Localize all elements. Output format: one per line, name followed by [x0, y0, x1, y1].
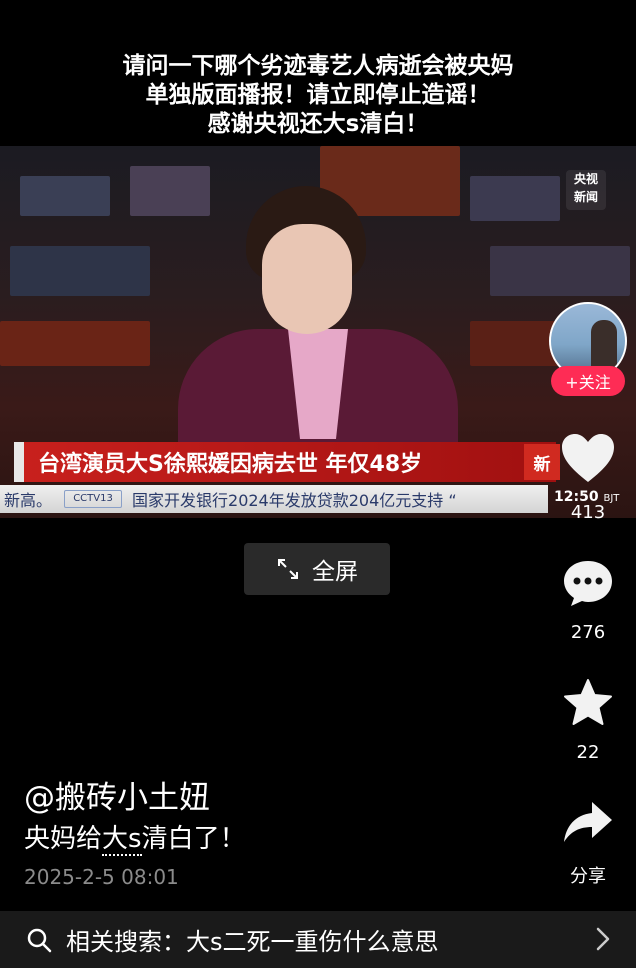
- news-ticker: 新高。 CCTV13 国家开发银行2024年发放贷款204亿元支持 “: [0, 485, 548, 513]
- fullscreen-button[interactable]: 全屏: [244, 543, 390, 595]
- background-screen: [20, 176, 110, 216]
- share-button[interactable]: 分享: [548, 800, 628, 888]
- share-label: 分享: [570, 866, 606, 887]
- author-avatar-group[interactable]: +关注: [549, 302, 627, 397]
- ticker-left-text: 新高。: [4, 491, 53, 510]
- background-screen: [470, 321, 560, 366]
- video-player[interactable]: 央视 新闻 台湾演员大S徐熙媛因病去世 年仅48岁 新 新高。 CCTV13 国…: [0, 146, 636, 518]
- follow-button[interactable]: +关注: [551, 366, 625, 396]
- star-icon: [564, 679, 612, 725]
- related-search-text: 相关搜索：大s二死一重伤什么意思: [66, 928, 439, 956]
- background-screen: [470, 176, 560, 221]
- like-button[interactable]: 413: [548, 432, 628, 523]
- heart-icon: [562, 434, 614, 482]
- comment-button[interactable]: 276: [548, 558, 628, 643]
- background-screen: [0, 321, 150, 366]
- caption-line-3: 感谢央视还大s清白！: [207, 111, 429, 137]
- favorite-count: 22: [576, 742, 600, 763]
- post-description: 央妈给大s清白了！: [24, 818, 246, 856]
- logo-text-2: 新闻: [573, 190, 598, 204]
- expand-icon: [278, 559, 298, 579]
- logo-text-1: 央视: [573, 172, 598, 186]
- favorite-button[interactable]: 22: [548, 678, 628, 763]
- chevron-right-icon: [596, 927, 610, 951]
- news-headline-bar: 台湾演员大S徐熙媛因病去世 年仅48岁 新: [14, 442, 560, 482]
- desc-keyword-link[interactable]: 大s: [102, 824, 142, 856]
- like-count: 413: [570, 502, 606, 523]
- news-anchor: [170, 174, 470, 469]
- ticker-channel-logo: CCTV13: [64, 490, 123, 508]
- background-screen: [490, 246, 630, 296]
- share-icon: [564, 802, 612, 842]
- comment-icon: [564, 561, 612, 606]
- comment-count: 276: [570, 622, 606, 643]
- post-date: 2025-2-5 08:01: [24, 865, 179, 889]
- related-search-bar[interactable]: 相关搜索：大s二死一重伤什么意思: [0, 911, 636, 968]
- news-headline: 台湾演员大S徐熙媛因病去世 年仅48岁: [38, 452, 423, 477]
- background-screen: [10, 246, 150, 296]
- fullscreen-label: 全屏: [312, 559, 358, 585]
- ticker-text: 国家开发银行2024年发放贷款204亿元支持 “: [132, 491, 457, 510]
- desc-text-1: 央妈给: [24, 824, 103, 854]
- search-icon: [27, 928, 52, 952]
- caption-line-2: 单独版面播报！请立即停止造谣！: [145, 82, 491, 108]
- video-caption: 请问一下哪个劣迹毒艺人病逝会被央妈 单独版面播报！请立即停止造谣！ 感谢央视还大…: [0, 52, 636, 139]
- cctv-news-logo: 央视 新闻: [566, 170, 606, 210]
- author-name[interactable]: @搬砖小土妞: [24, 772, 210, 817]
- caption-line-1: 请问一下哪个劣迹毒艺人病逝会被央妈: [122, 53, 514, 79]
- desc-text-2: 清白了！: [141, 824, 246, 854]
